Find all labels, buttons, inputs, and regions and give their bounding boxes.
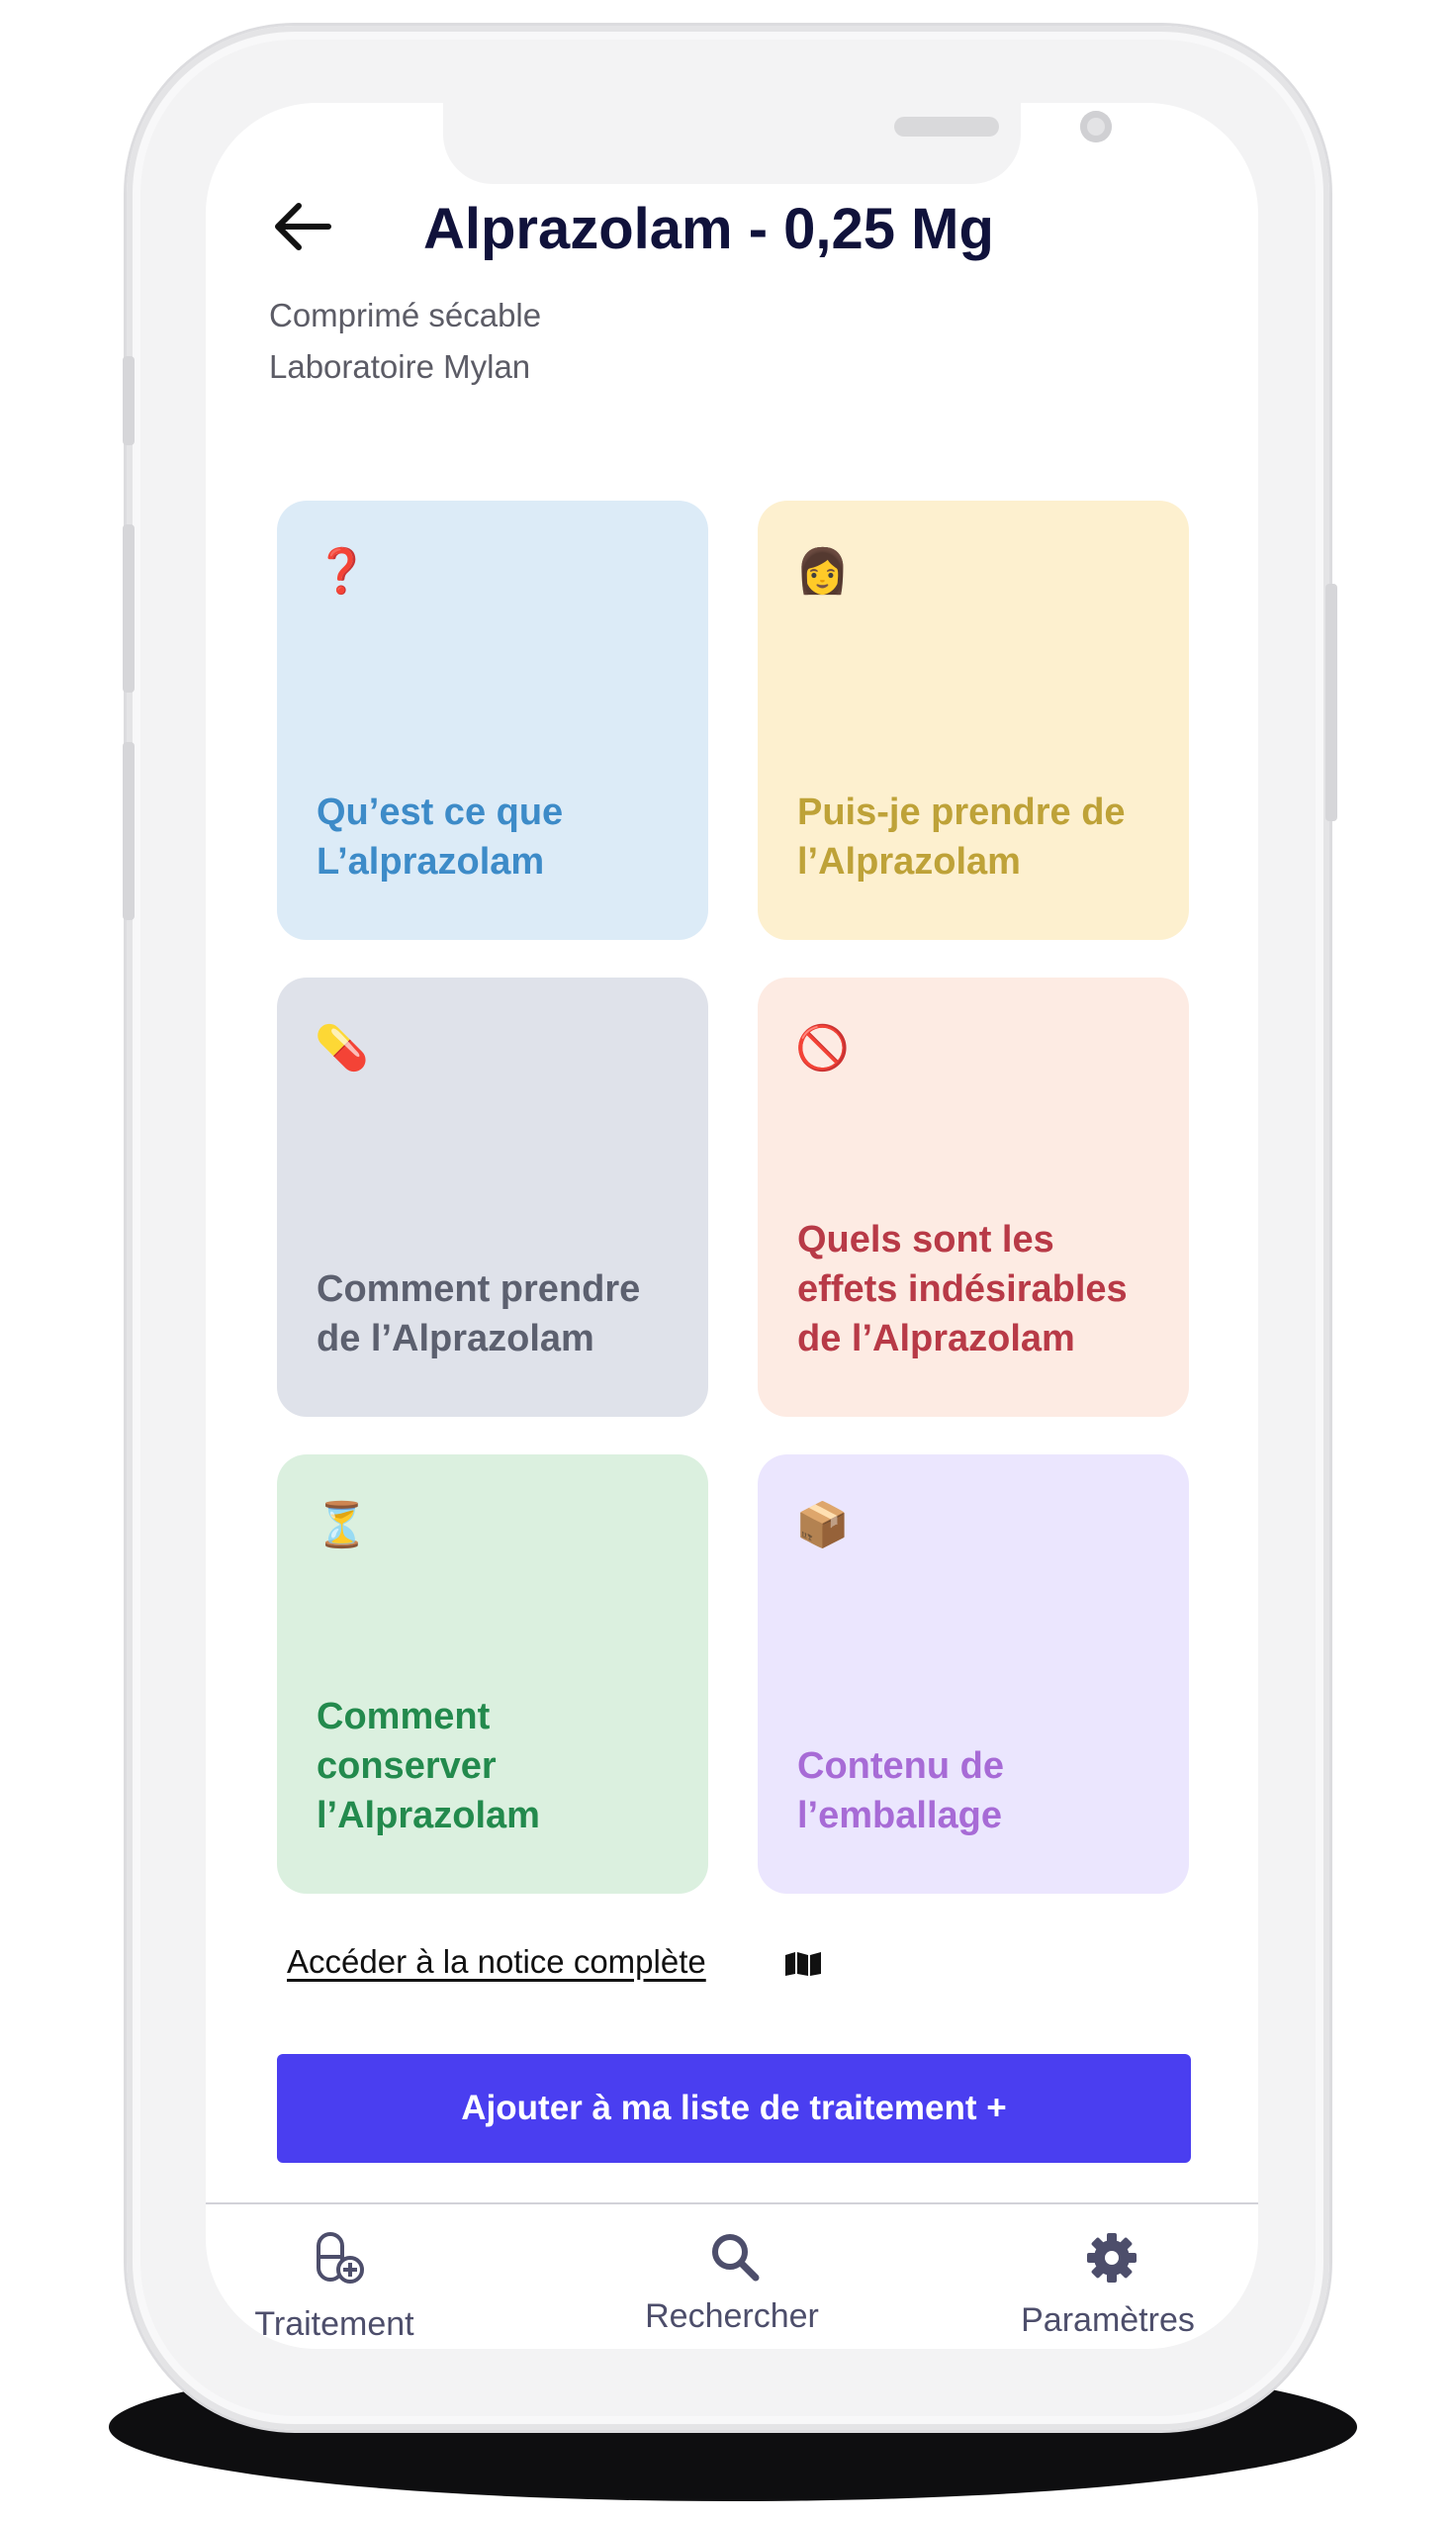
phone-notch — [443, 103, 1112, 184]
map-icon — [785, 1952, 821, 1976]
question-icon: ❓ — [315, 547, 369, 596]
info-card[interactable]: 👩 Puis-je prendre de l’Alprazolam — [758, 501, 1189, 940]
phone-side-button — [1325, 584, 1337, 821]
drug-laboratory: Laboratoire Mylan — [269, 348, 531, 385]
woman-icon: 👩 — [795, 547, 850, 596]
pill-icon: 💊 — [315, 1024, 369, 1073]
arrow-left-icon — [275, 203, 331, 250]
app-screen: Alprazolam - 0,25 Mg Comprimé sécable La… — [206, 103, 1258, 2349]
info-card-label: Quels sont les effets indésirables de l’… — [797, 1219, 1128, 1359]
full-notice-link[interactable]: Accéder à la notice complète — [287, 1943, 706, 1981]
info-card[interactable]: 🚫 Quels sont les effets indésirables de l… — [758, 978, 1189, 1417]
camera — [1080, 111, 1112, 142]
pill-add-icon — [317, 2232, 364, 2284]
hourglass-icon: ⏳ — [315, 1501, 369, 1549]
prohibited-icon: 🚫 — [795, 1024, 850, 1073]
nav-divider — [206, 2202, 1258, 2204]
info-card[interactable]: ❓ Qu’est ce que L’alprazolam — [277, 501, 708, 940]
info-card-label: Qu’est ce que L’alprazolam — [317, 792, 564, 883]
info-card-label: Puis-je prendre de l’Alprazolam — [797, 792, 1126, 883]
phone-side-button — [123, 356, 135, 445]
add-to-treatment-button[interactable]: Ajouter à ma liste de traitement + — [277, 2054, 1191, 2163]
nav-label: Rechercher — [645, 2297, 819, 2335]
search-icon — [712, 2234, 760, 2282]
nav-treatment[interactable]: Traitement — [206, 2230, 463, 2349]
nav-search[interactable]: Rechercher — [603, 2230, 861, 2349]
phone-side-button — [123, 742, 135, 920]
info-card[interactable]: 📦 Contenu de l’emballage — [758, 1454, 1189, 1894]
nav-label: Traitement — [254, 2305, 414, 2343]
back-button[interactable] — [269, 192, 338, 261]
nav-label: Paramètres — [1021, 2301, 1195, 2339]
info-card[interactable]: 💊 Comment prendre de l’Alprazolam — [277, 978, 708, 1417]
gear-icon — [1087, 2233, 1137, 2283]
info-card-label: Comment prendre de l’Alprazolam — [317, 1268, 641, 1359]
nav-settings[interactable]: Paramètres — [979, 2230, 1236, 2349]
speaker — [894, 117, 999, 137]
drug-form: Comprimé sécable — [269, 297, 542, 333]
info-card-label: Contenu de l’emballage — [797, 1745, 1004, 1836]
page-title: Alprazolam - 0,25 Mg — [423, 197, 994, 261]
phone-side-button — [123, 524, 135, 693]
package-icon: 📦 — [795, 1501, 850, 1549]
info-card-label: Comment conserver l’Alprazolam — [317, 1696, 540, 1836]
info-card[interactable]: ⏳ Comment conserver l’Alprazolam — [277, 1454, 708, 1894]
